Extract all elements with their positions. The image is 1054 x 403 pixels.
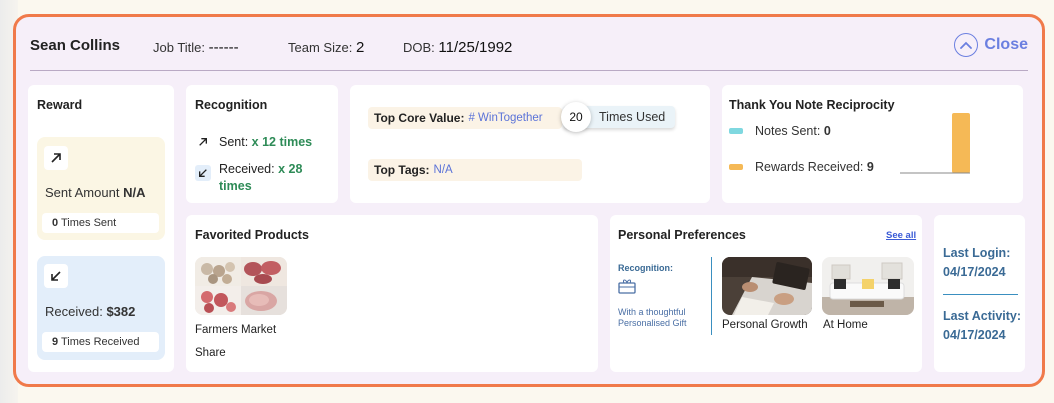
- recognition-title: Recognition: [195, 98, 268, 112]
- reward-title: Reward: [37, 98, 83, 112]
- personal-preferences-panel: Personal Preferences See all Recognition…: [610, 215, 922, 372]
- see-all-link[interactable]: See all: [886, 230, 916, 241]
- recognition-sent-value: x 12 times: [251, 135, 313, 149]
- close-label: Close: [984, 36, 1028, 53]
- team-size-field: Team Size: 2: [288, 39, 364, 56]
- top-tags-value: N/A: [433, 164, 453, 176]
- favorited-products-title: Favorited Products: [195, 228, 309, 242]
- rewards-received-value: 9: [866, 160, 874, 174]
- dob-value: 11/25/1992: [438, 39, 513, 56]
- recognition-sent-label: Sent:: [219, 135, 249, 149]
- reciprocity-title: Thank You Note Reciprocity: [729, 98, 895, 112]
- recognition-panel: Recognition Sent: x 12 times Received: x…: [186, 85, 338, 203]
- last-login: Last Login: 04/17/2024: [943, 244, 1010, 282]
- times-sent-label: Times Sent: [60, 217, 117, 229]
- activity-divider: [943, 294, 1018, 295]
- top-tags-row: Top Tags: N/A: [368, 159, 582, 181]
- times-received-count: 9: [52, 336, 59, 348]
- top-core-value-row: Top Core Value: # WinTogether: [368, 107, 562, 129]
- arrow-up-right-icon: [195, 134, 211, 150]
- notes-sent-swatch: [729, 128, 743, 134]
- recognition-pref-desc: With a thoughtful Personalised Gift: [618, 307, 687, 329]
- last-activity-label: Last Activity:: [943, 309, 1022, 323]
- activity-panel: Last Login: 04/17/2024 Last Activity: 04…: [934, 215, 1025, 372]
- top-tags-label: Top Tags:: [374, 163, 430, 177]
- employee-name: Sean Collins: [30, 37, 121, 54]
- personal-growth-caption: Personal Growth: [722, 319, 808, 331]
- last-activity: Last Activity: 04/17/2024: [943, 307, 1021, 345]
- times-used-label: Times Used: [599, 110, 666, 124]
- gift-icon: [618, 278, 636, 299]
- product-caption: Farmers Market Share: [195, 319, 276, 365]
- employee-profile-card: Sean Collins Job Title: ------ Team Size…: [13, 14, 1045, 387]
- notes-sent-value: 0: [823, 124, 831, 138]
- notes-sent-legend: Notes Sent: 0: [729, 124, 831, 138]
- header-divider: [30, 70, 1028, 71]
- rewards-received-label: Rewards Received:: [755, 160, 864, 174]
- dob-field: DOB: 11/25/1992: [403, 39, 512, 56]
- personal-preferences-title: Personal Preferences: [618, 228, 746, 242]
- close-button[interactable]: Close: [954, 33, 1028, 57]
- recognition-received-label: Received:: [219, 162, 275, 176]
- job-title-field: Job Title: ------: [153, 39, 239, 56]
- last-login-label: Last Login:: [943, 246, 1011, 260]
- team-size-value: 2: [355, 39, 365, 56]
- times-received-pill: 9 Times Received: [42, 332, 159, 352]
- personal-growth-image[interactable]: [722, 257, 812, 315]
- arrow-up-right-icon: [44, 146, 68, 170]
- received-label: Received:: [45, 304, 103, 319]
- notes-sent-text: Notes Sent: 0: [755, 124, 831, 138]
- recognition-sent: Sent: x 12 times: [219, 135, 312, 149]
- preferences-divider: [711, 257, 712, 335]
- job-title-value: ------: [208, 39, 239, 56]
- arrow-down-left-icon: [44, 264, 68, 288]
- times-used-count: 20: [561, 102, 591, 132]
- reward-panel: Reward Sent Amount N/A 0 Times Sent Rece…: [28, 85, 174, 372]
- reciprocity-panel: Thank You Note Reciprocity Notes Sent: 0…: [722, 85, 1023, 203]
- sent-amount-box: Sent Amount N/A 0 Times Sent: [37, 137, 165, 240]
- profile-header: Sean Collins Job Title: ------ Team Size…: [16, 17, 1042, 73]
- last-activity-value: 04/17/2024: [943, 328, 1006, 342]
- reciprocity-bar-chart: [900, 113, 970, 174]
- times-sent-count: 0: [52, 217, 59, 229]
- received-text: Received: $382: [45, 304, 135, 319]
- job-title-label: Job Title:: [153, 40, 206, 55]
- bar-rewards-received: [952, 113, 970, 173]
- sent-amount-label: Sent Amount: [45, 185, 120, 200]
- at-home-image[interactable]: [822, 257, 914, 315]
- team-size-label: Team Size:: [288, 40, 353, 55]
- core-value-panel: Top Core Value: # WinTogether Times Used…: [350, 85, 710, 203]
- received-value: $382: [106, 304, 136, 319]
- recognition-received-value-cont: times: [219, 179, 252, 193]
- recognition-pref-label: Recognition:: [618, 263, 673, 273]
- favorited-products-panel: Favorited Products Farmers Market Share: [186, 215, 598, 372]
- chevron-up-icon: [954, 33, 979, 57]
- recognition-pref-desc-line2: Personalised Gift: [618, 318, 687, 328]
- dob-label: DOB:: [403, 40, 435, 55]
- top-core-value-link[interactable]: # WinTogether: [468, 112, 542, 124]
- rewards-received-legend: Rewards Received: 9: [729, 160, 874, 174]
- received-box: Received: $382 9 Times Received: [37, 256, 165, 360]
- rewards-received-text: Rewards Received: 9: [755, 160, 874, 174]
- last-login-value: 04/17/2024: [943, 265, 1006, 279]
- times-sent-pill: 0 Times Sent: [42, 213, 159, 233]
- recognition-pref-desc-line1: With a thoughtful: [618, 307, 686, 317]
- sent-amount-value: N/A: [123, 185, 146, 200]
- times-received-label: Times Received: [60, 336, 140, 348]
- farmers-market-image[interactable]: [195, 257, 287, 315]
- recognition-received: Received: x 28 times: [219, 161, 302, 195]
- recognition-received-value: x 28: [278, 162, 303, 176]
- product-name-cont: Share: [195, 347, 226, 359]
- top-core-value-label: Top Core Value:: [374, 111, 465, 125]
- arrow-down-left-icon: [195, 165, 211, 181]
- at-home-caption: At Home: [823, 319, 868, 331]
- notes-sent-label: Notes Sent:: [755, 124, 821, 138]
- rewards-received-swatch: [729, 164, 743, 170]
- product-name: Farmers Market: [195, 324, 277, 336]
- sent-amount-text: Sent Amount N/A: [45, 185, 145, 200]
